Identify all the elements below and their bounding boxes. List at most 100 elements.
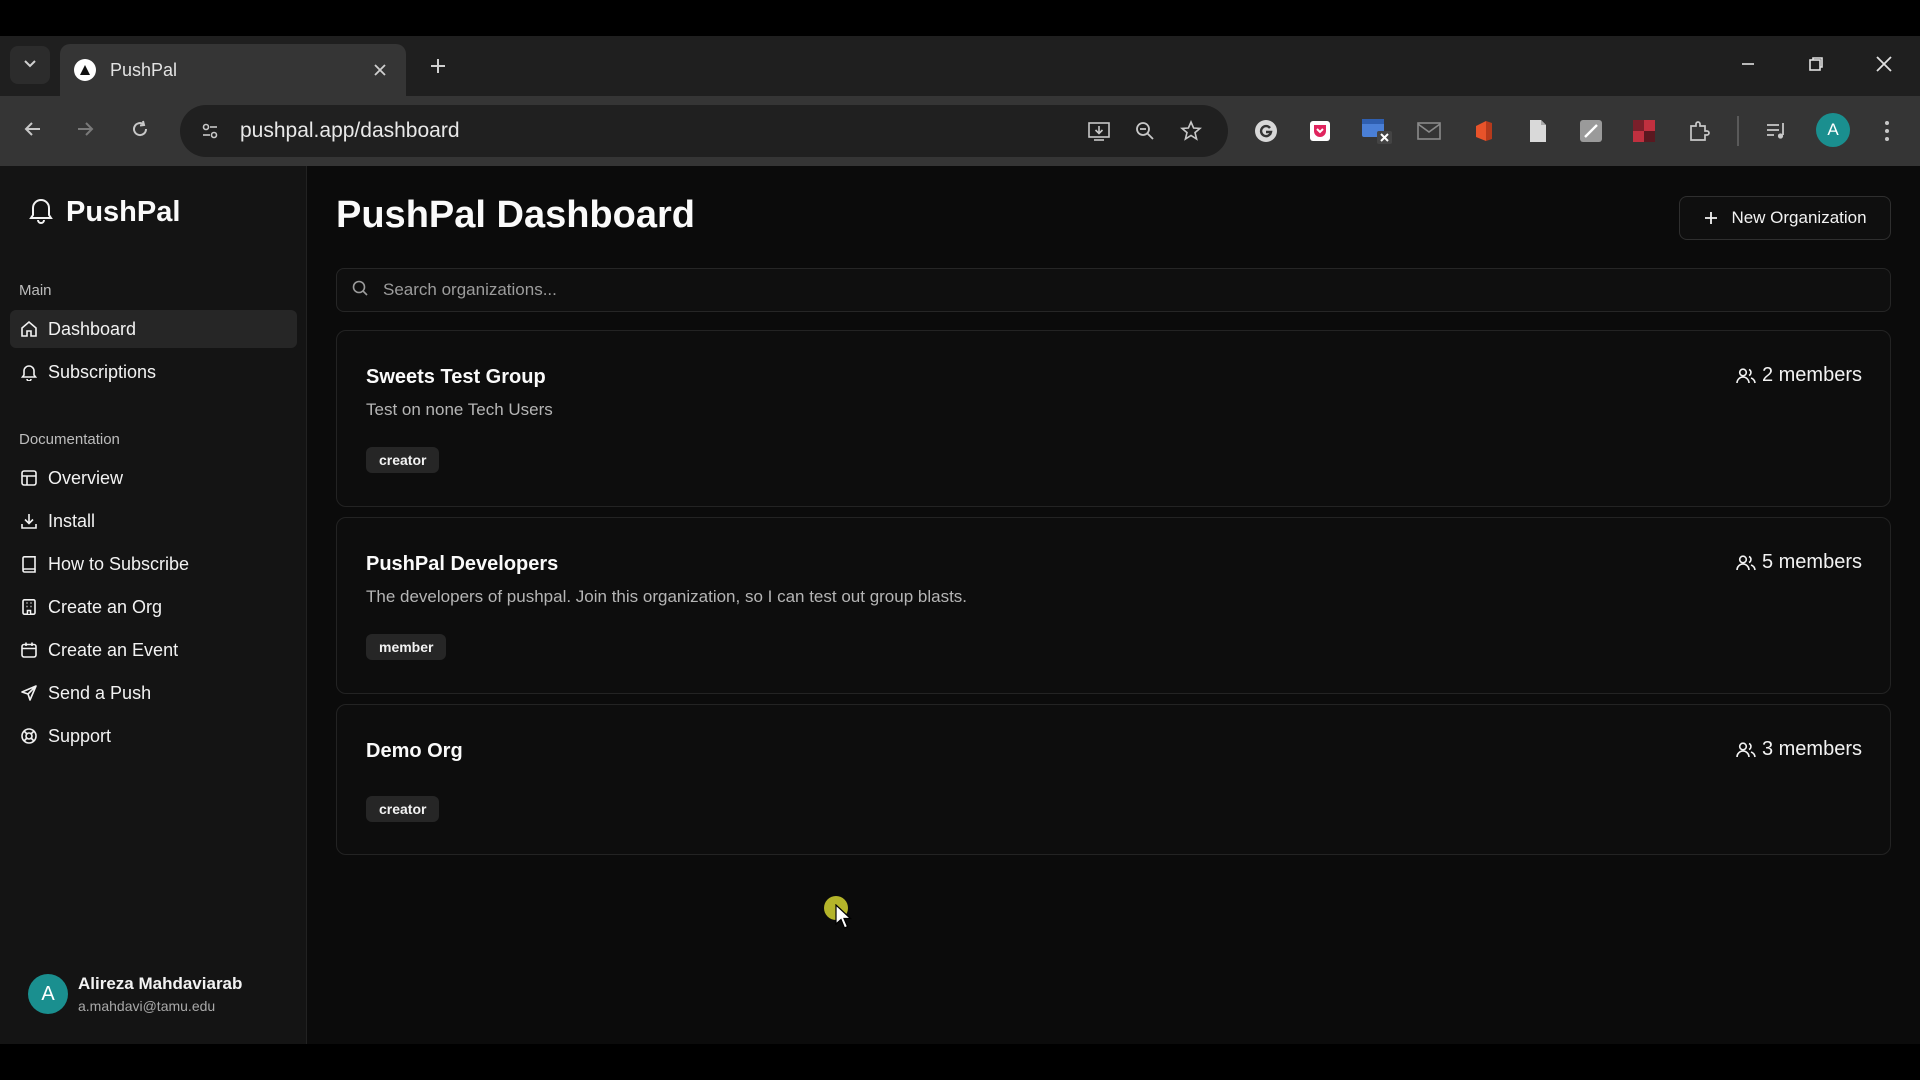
search-icon xyxy=(351,279,369,302)
sidebar: PushPal Main Dashboard Subscriptions Doc… xyxy=(0,166,307,1044)
member-count: 5 members xyxy=(1736,551,1862,574)
browser-tab-active[interactable]: PushPal xyxy=(60,44,406,96)
pocket-icon[interactable] xyxy=(1301,112,1339,150)
mail-icon[interactable] xyxy=(1410,112,1448,150)
user-profile[interactable]: A Alireza Mahdaviarab a.mahdavi@tamu.edu xyxy=(28,974,242,1014)
member-count-label: 5 members xyxy=(1761,551,1862,573)
member-count-label: 2 members xyxy=(1761,364,1862,386)
main-content: PushPal Dashboard New Organization Searc… xyxy=(336,166,1891,1044)
sidebar-item-dashboard[interactable]: Dashboard xyxy=(10,310,297,348)
user-name: Alireza Mahdaviarab xyxy=(78,974,243,993)
users-icon xyxy=(1736,367,1756,385)
browser-toolbar: pushpal.app/dashboard A xyxy=(0,96,1920,166)
arrow-right-icon xyxy=(75,119,95,144)
sidebar-item-label: Create an Event xyxy=(48,639,179,660)
reload-button[interactable] xyxy=(121,112,159,150)
org-description: The developers of pushpal. Join this org… xyxy=(366,587,968,606)
grammarly-icon[interactable] xyxy=(1247,112,1285,150)
book-icon xyxy=(20,555,38,573)
lifebuoy-icon xyxy=(20,727,38,745)
document-icon[interactable] xyxy=(1519,112,1557,150)
member-count: 2 members xyxy=(1736,364,1862,387)
minimize-window-button[interactable] xyxy=(1714,36,1782,96)
kebab-menu-icon[interactable] xyxy=(1868,112,1906,150)
new-organization-label: New Organization xyxy=(1731,208,1867,227)
role-badge: member xyxy=(366,634,447,660)
puzzle-icon[interactable] xyxy=(1680,112,1718,150)
zoom-icon[interactable] xyxy=(1122,108,1168,154)
sidebar-item-subscriptions[interactable]: Subscriptions xyxy=(10,353,297,391)
role-badge: creator xyxy=(366,447,440,473)
organization-card[interactable]: Demo Org creator 3 members xyxy=(336,704,1891,855)
site-info-icon[interactable] xyxy=(184,105,236,157)
sidebar-item-install[interactable]: Install xyxy=(10,502,297,540)
member-count: 3 members xyxy=(1736,738,1862,761)
sidebar-item-label: Overview xyxy=(48,467,124,488)
toolbar-separator xyxy=(1737,116,1739,146)
note-icon[interactable] xyxy=(1572,112,1610,150)
install-app-icon[interactable] xyxy=(1076,108,1122,154)
close-window-button[interactable] xyxy=(1850,36,1918,96)
org-name: PushPal Developers xyxy=(366,553,559,575)
forward-button[interactable] xyxy=(66,112,104,150)
send-icon xyxy=(20,684,38,702)
sidebar-item-create-an-event[interactable]: Create an Event xyxy=(10,631,297,669)
users-icon xyxy=(1736,554,1756,572)
chevron-down-icon xyxy=(22,55,38,76)
mouse-pointer-icon xyxy=(835,903,853,935)
arrow-left-icon xyxy=(23,119,43,144)
brand[interactable]: PushPal xyxy=(28,196,180,229)
user-email: a.mahdavi@tamu.edu xyxy=(78,998,216,1014)
minimize-icon xyxy=(1740,56,1756,77)
media-controls-icon[interactable] xyxy=(1758,112,1796,150)
brand-name: PushPal xyxy=(66,196,181,228)
bell-icon xyxy=(20,363,38,381)
sidebar-item-label: Subscriptions xyxy=(48,361,157,382)
tab-search-button[interactable] xyxy=(10,46,50,84)
org-description: Test on none Tech Users xyxy=(366,400,553,419)
profile-avatar-button[interactable]: A xyxy=(1816,113,1850,147)
url-text[interactable]: pushpal.app/dashboard xyxy=(240,119,1076,143)
users-icon xyxy=(1736,741,1756,759)
nav-group-main-label: Main xyxy=(19,282,52,299)
bookmark-star-icon[interactable] xyxy=(1168,108,1214,154)
close-icon xyxy=(1875,55,1893,78)
search-input[interactable]: Search organizations... xyxy=(336,268,1891,312)
dark-reader-icon[interactable] xyxy=(1625,112,1663,150)
restore-window-button[interactable] xyxy=(1782,36,1850,96)
office-icon[interactable] xyxy=(1465,112,1503,150)
sidebar-item-label: Dashboard xyxy=(48,318,137,339)
screen-top-strip xyxy=(0,0,1920,36)
organization-card[interactable]: Sweets Test Group Test on none Tech User… xyxy=(336,330,1891,507)
sidebar-item-create-an-org[interactable]: Create an Org xyxy=(10,588,297,626)
sidebar-item-support[interactable]: Support xyxy=(10,717,297,755)
sidebar-item-label: Install xyxy=(48,510,96,531)
member-count-label: 3 members xyxy=(1761,738,1862,760)
sidebar-item-send-a-push[interactable]: Send a Push xyxy=(10,674,297,712)
user-info: Alireza Mahdaviarab a.mahdavi@tamu.edu xyxy=(78,974,242,1014)
home-icon xyxy=(20,320,38,338)
close-tab-icon[interactable] xyxy=(368,58,392,82)
new-tab-button[interactable] xyxy=(422,52,454,84)
building-icon xyxy=(20,598,38,616)
download-icon xyxy=(20,512,38,530)
tab-title: PushPal xyxy=(110,59,178,80)
sidebar-item-label: Support xyxy=(48,725,112,746)
calendar-icon xyxy=(20,641,38,659)
app-viewport: PushPal Main Dashboard Subscriptions Doc… xyxy=(0,166,1920,1044)
address-bar[interactable]: pushpal.app/dashboard xyxy=(180,105,1228,157)
nav-group-docs-label: Documentation xyxy=(19,431,120,448)
plus-icon xyxy=(1703,210,1719,226)
back-button[interactable] xyxy=(14,112,52,150)
org-name: Demo Org xyxy=(366,740,463,762)
plus-icon xyxy=(429,57,447,80)
organization-card[interactable]: PushPal Developers The developers of pus… xyxy=(336,517,1891,694)
reload-icon xyxy=(130,119,150,144)
sidebar-item-label: How to Subscribe xyxy=(48,553,190,574)
browser-tab-bar: PushPal xyxy=(0,36,1920,96)
sidebar-item-how-to-subscribe[interactable]: How to Subscribe xyxy=(10,545,297,583)
window-resizer-icon[interactable] xyxy=(1358,112,1396,150)
new-organization-button[interactable]: New Organization xyxy=(1679,196,1891,240)
sidebar-item-overview[interactable]: Overview xyxy=(10,459,297,497)
role-badge: creator xyxy=(366,796,440,822)
